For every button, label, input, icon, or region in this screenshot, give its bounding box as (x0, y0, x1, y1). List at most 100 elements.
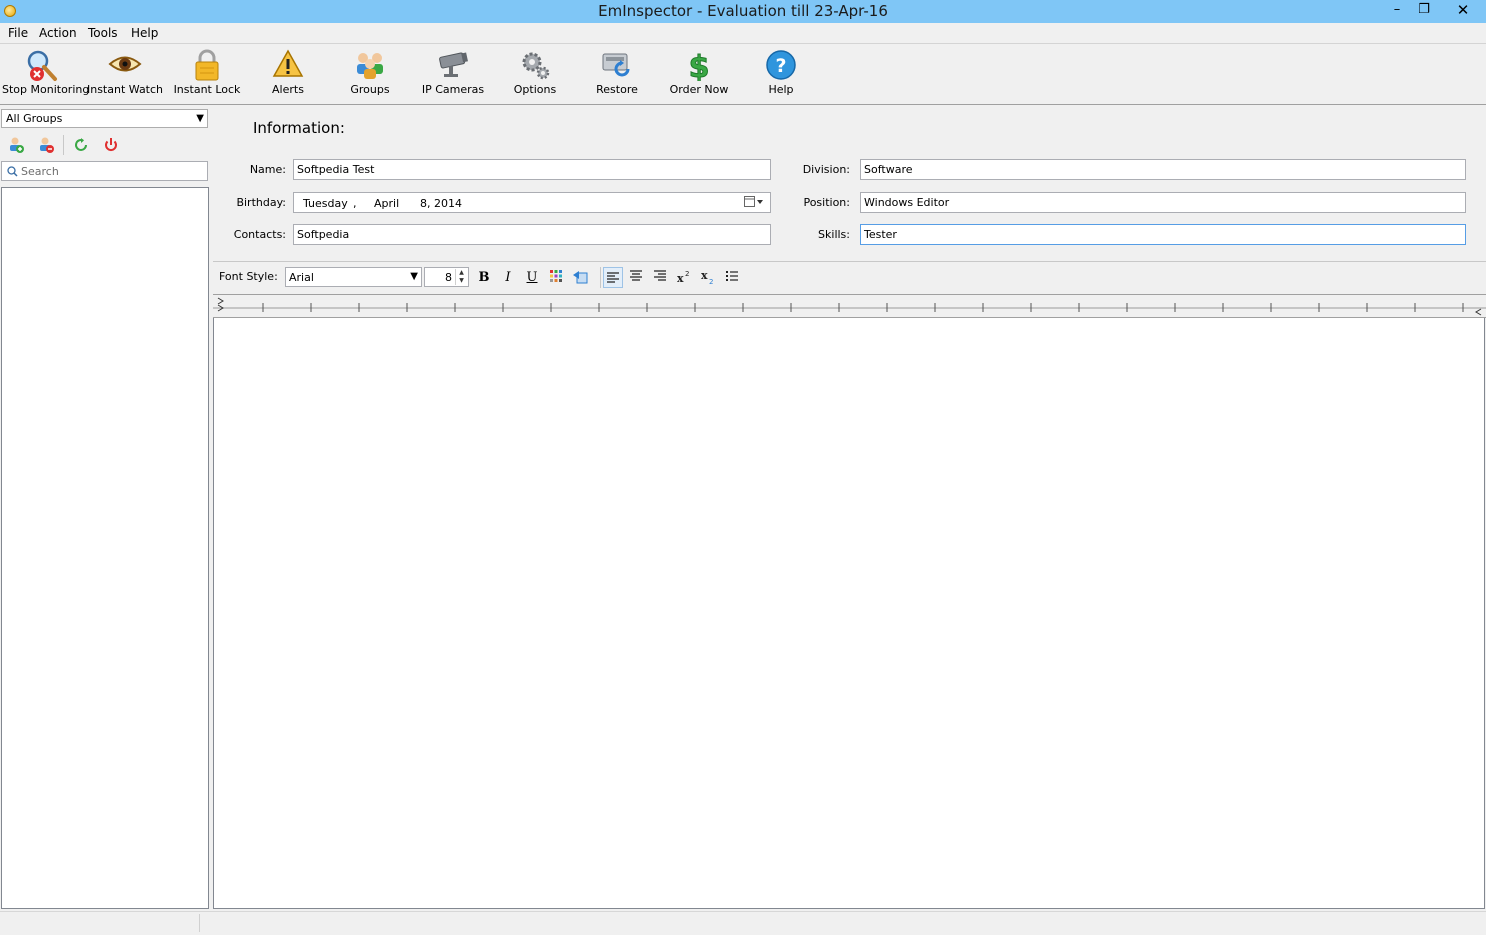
align-right-button[interactable] (651, 269, 669, 287)
stop-monitoring-button[interactable]: Stop Monitoring (2, 46, 90, 102)
italic-button[interactable]: I (499, 269, 517, 287)
bullet-list-icon (726, 271, 738, 281)
window-title: EmInspector - Evaluation till 23-Apr-16 (598, 2, 888, 20)
color-palette-icon (550, 270, 562, 282)
svg-text:$: $ (689, 50, 710, 81)
menu-tools[interactable]: Tools (88, 23, 118, 43)
toolbar-separator (600, 267, 601, 288)
menu-file[interactable]: File (8, 23, 28, 43)
birthday-month: April (374, 197, 400, 210)
menu-bar: File Action Tools Help (0, 23, 1486, 43)
position-field[interactable]: Windows Editor (860, 192, 1466, 213)
menu-help[interactable]: Help (131, 23, 158, 43)
instant-watch-label: Instant Watch (86, 83, 164, 96)
notes-editor[interactable] (213, 318, 1485, 909)
bullet-list-button[interactable] (723, 269, 741, 287)
restore-button[interactable]: Restore (586, 46, 648, 102)
main-toolbar: Stop Monitoring Instant Watch Instant Lo… (0, 43, 1486, 105)
minimize-button[interactable]: – (1382, 0, 1412, 21)
subscript-button[interactable]: x 2 (699, 269, 717, 287)
add-user-button[interactable] (7, 136, 25, 154)
group-list[interactable] (1, 187, 209, 909)
font-size-stepper[interactable]: 8 ▲ ▼ (424, 267, 469, 287)
contacts-field[interactable]: Softpedia (293, 224, 771, 245)
ip-cameras-button[interactable]: IP Cameras (420, 46, 486, 102)
help-label: Help (768, 83, 794, 96)
warning-icon (272, 49, 304, 77)
remove-user-button[interactable] (37, 136, 55, 154)
close-button[interactable]: ✕ (1440, 0, 1486, 21)
font-name-select[interactable]: Arial ▼ (285, 267, 422, 287)
alerts-button[interactable]: Alerts (255, 46, 321, 102)
background-color-button[interactable] (571, 269, 589, 287)
calendar-dropdown-icon[interactable] (744, 196, 764, 208)
camera-icon (439, 52, 468, 77)
skills-field[interactable]: Tester (860, 224, 1466, 245)
group-select-value: All Groups (6, 112, 63, 125)
align-center-button[interactable] (627, 269, 645, 287)
help-button[interactable]: ? Help (752, 46, 810, 102)
font-style-label: Font Style: (219, 270, 278, 283)
division-field[interactable]: Software (860, 159, 1466, 180)
birthday-date-picker[interactable]: Tuesday , April 8, 2014 (293, 192, 771, 213)
restore-label: Restore (596, 83, 638, 96)
ruler-ticks (213, 297, 1486, 316)
ip-cameras-label: IP Cameras (421, 83, 485, 96)
text-color-button[interactable] (547, 269, 565, 287)
birthday-date: 8, 2014 (420, 197, 462, 210)
groups-button[interactable]: Groups (337, 46, 403, 102)
dollar-icon: $ (688, 50, 710, 82)
align-center-icon (630, 270, 642, 281)
align-right-icon (654, 270, 666, 281)
search-input[interactable]: Search (1, 161, 208, 181)
svg-text:x: x (677, 272, 684, 285)
bold-button[interactable]: B (475, 269, 493, 287)
alerts-label: Alerts (272, 83, 304, 96)
lock-icon (195, 49, 219, 81)
svg-text:2: 2 (685, 270, 689, 278)
status-separator (199, 914, 200, 932)
menu-action[interactable]: Action (39, 23, 77, 43)
fill-color-icon (573, 271, 588, 284)
underline-button[interactable]: U (523, 269, 541, 287)
contacts-label: Contacts: (233, 228, 286, 241)
options-button[interactable]: Options (503, 46, 567, 102)
svg-text:?: ? (775, 55, 786, 77)
section-divider (213, 261, 1486, 262)
maximize-button[interactable]: ❐ (1410, 0, 1438, 21)
superscript-button[interactable]: x 2 (675, 269, 693, 287)
restore-icon (602, 53, 630, 77)
group-select[interactable]: All Groups ▼ (1, 109, 208, 128)
remove-user-icon (40, 137, 54, 153)
search-placeholder: Search (21, 165, 59, 178)
instant-lock-button[interactable]: Instant Lock (172, 46, 242, 102)
birthday-label: Birthday: (236, 196, 286, 209)
spin-arrows-icon[interactable]: ▲ ▼ (455, 269, 467, 285)
power-button[interactable] (102, 136, 120, 154)
power-icon (105, 138, 117, 151)
order-now-button[interactable]: $ Order Now (666, 46, 732, 102)
refresh-icon (75, 138, 87, 151)
chevron-down-icon: ▼ (410, 271, 418, 282)
order-now-label: Order Now (669, 83, 729, 96)
birthday-day: Tuesday (303, 197, 348, 210)
stop-monitoring-label: Stop Monitoring (2, 83, 90, 96)
toolbar-separator (63, 135, 64, 155)
align-left-button[interactable] (603, 267, 623, 288)
position-label: Position: (803, 196, 850, 209)
skills-label: Skills: (818, 228, 850, 241)
instant-lock-label: Instant Lock (173, 83, 241, 96)
svg-text:x: x (701, 269, 708, 282)
birthday-comma: , (353, 197, 357, 210)
search-icon (7, 166, 18, 177)
name-label: Name: (249, 163, 286, 176)
ruler[interactable] (213, 294, 1486, 318)
name-field[interactable]: Softpedia Test (293, 159, 771, 180)
options-label: Options (513, 83, 557, 96)
users-group-icon (357, 53, 383, 79)
refresh-button[interactable] (72, 136, 90, 154)
instant-watch-button[interactable]: Instant Watch (86, 46, 164, 102)
groups-label: Groups (350, 83, 390, 96)
status-bar (0, 911, 1486, 935)
font-name-value: Arial (289, 271, 314, 284)
